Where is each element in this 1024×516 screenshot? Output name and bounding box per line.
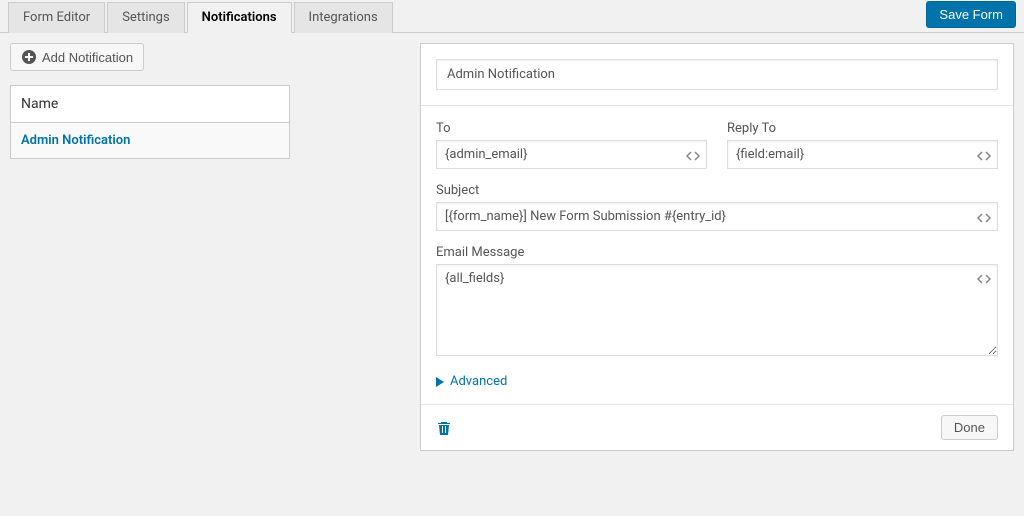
notifications-list: Name Admin Notification [10, 85, 290, 159]
content: Add Notification Name Admin Notification… [0, 33, 1024, 461]
advanced-label: Advanced [450, 374, 507, 389]
merge-tag-icon[interactable] [976, 148, 992, 164]
add-notification-button[interactable]: Add Notification [10, 43, 144, 71]
right-column: To Reply To Subjec [420, 43, 1014, 451]
subject-label: Subject [436, 183, 998, 198]
notification-name-input[interactable] [436, 59, 998, 90]
advanced-toggle[interactable]: Advanced [436, 374, 998, 389]
notification-link[interactable]: Admin Notification [21, 133, 130, 148]
panel-header [421, 44, 1013, 106]
subject-input[interactable] [436, 202, 998, 231]
tab-settings[interactable]: Settings [107, 2, 184, 33]
add-notification-label: Add Notification [42, 50, 133, 65]
panel-footer: Done [421, 404, 1013, 450]
to-input[interactable] [436, 140, 707, 169]
email-message-label: Email Message [436, 245, 998, 260]
notification-editor-panel: To Reply To Subjec [420, 43, 1014, 451]
list-row[interactable]: Admin Notification [11, 123, 290, 159]
trash-icon[interactable] [436, 420, 452, 436]
tab-form-editor[interactable]: Form Editor [8, 2, 105, 33]
merge-tag-icon[interactable] [976, 271, 992, 287]
reply-to-label: Reply To [727, 121, 998, 136]
tabs: Form Editor Settings Notifications Integ… [8, 1, 395, 32]
top-bar: Form Editor Settings Notifications Integ… [0, 0, 1024, 33]
done-button[interactable]: Done [941, 415, 998, 440]
to-label: To [436, 121, 707, 136]
merge-tag-icon[interactable] [976, 210, 992, 226]
reply-to-input[interactable] [727, 140, 998, 169]
caret-right-icon [436, 377, 444, 387]
panel-body: To Reply To Subjec [421, 106, 1013, 404]
merge-tag-icon[interactable] [685, 148, 701, 164]
left-column: Add Notification Name Admin Notification [10, 43, 290, 451]
tab-integrations[interactable]: Integrations [294, 2, 393, 33]
plus-circle-icon [21, 49, 37, 65]
save-form-button[interactable]: Save Form [926, 1, 1016, 28]
tab-notifications[interactable]: Notifications [187, 2, 292, 33]
email-message-textarea[interactable] [436, 264, 998, 356]
list-header-name: Name [11, 86, 290, 123]
